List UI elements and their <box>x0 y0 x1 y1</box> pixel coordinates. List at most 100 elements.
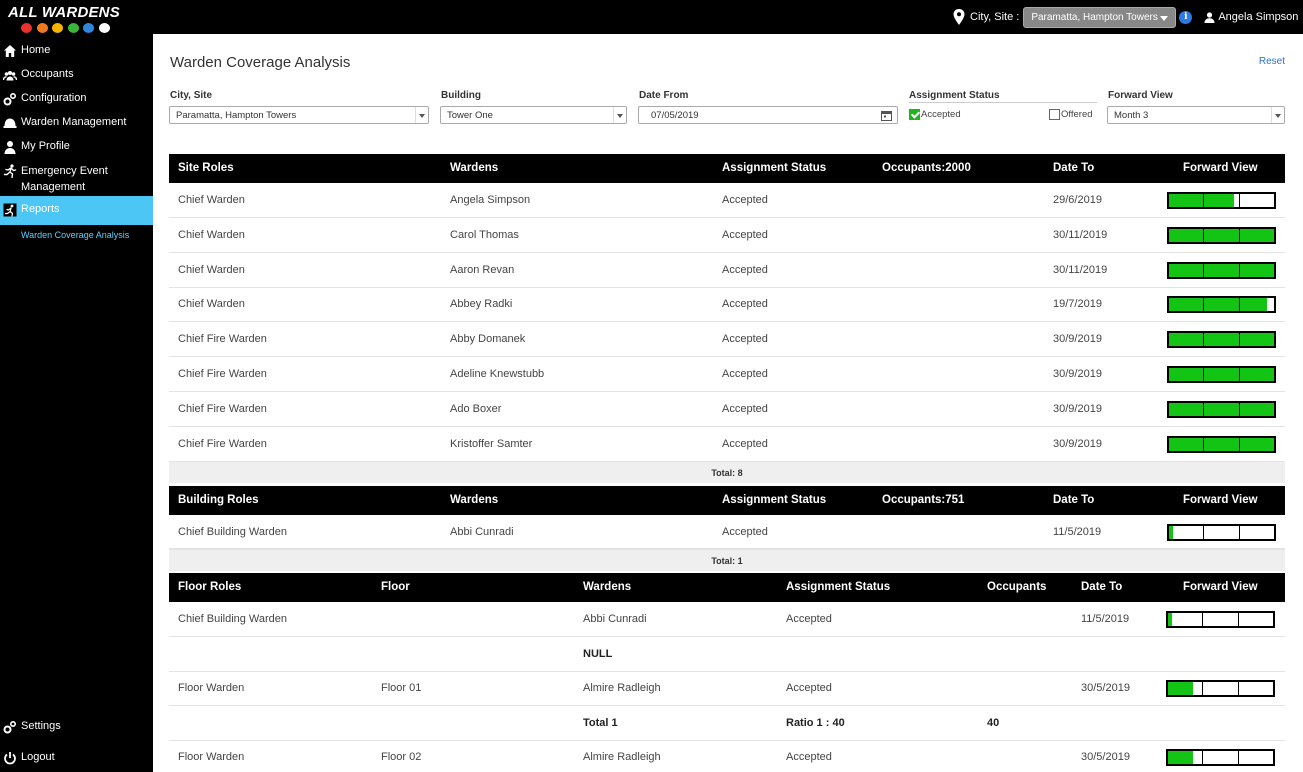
sidebar-item-home[interactable]: Home <box>0 44 153 58</box>
table-cell: 30/11/2019 <box>1053 263 1108 276</box>
forward-view-bar <box>1166 749 1275 767</box>
table-cell: Accepted <box>722 437 768 450</box>
building-select[interactable]: Tower One <box>440 106 627 124</box>
table-cell: Accepted <box>786 751 832 764</box>
date-from-label: Date From <box>639 90 689 101</box>
forward-view-bar <box>1166 611 1275 628</box>
table-cell: Accepted <box>722 402 768 415</box>
sidebar-item-configuration[interactable]: Configuration <box>0 92 153 106</box>
assignment-status-label: Assignment Status <box>909 90 1000 101</box>
sidebar-item-label: Logout <box>21 751 55 763</box>
table-cell: Adeline Knewstubb <box>450 368 545 380</box>
coverage-fill <box>1204 228 1239 242</box>
table-cell: Accepted <box>722 526 768 538</box>
forward-view-segment <box>1204 298 1240 312</box>
column-header: Floor <box>381 581 410 593</box>
coverage-fill <box>1204 263 1239 277</box>
column-header: Floor Roles <box>178 581 242 593</box>
forward-view-segment <box>1239 228 1274 242</box>
table-cell: Abbi Cunradi <box>450 526 514 538</box>
forward-view-segment <box>1204 263 1240 277</box>
sidebar-item-my-profile[interactable]: My Profile <box>0 140 153 154</box>
sidebar-item-label: Occupants <box>21 68 74 80</box>
table-cell: 19/7/2019 <box>1053 298 1102 311</box>
coverage-fill <box>1168 682 1193 696</box>
table-row: Chief Building Warden Abbi Cunradi Accepte… <box>169 602 1285 637</box>
city-site-select[interactable]: Paramatta, Hampton Towers <box>169 106 429 124</box>
forward-view-select[interactable]: Month 3 <box>1107 106 1285 124</box>
coverage-fill <box>1169 402 1204 416</box>
sidebar-item-emergency-event-management[interactable]: Emergency Event Management <box>0 163 153 195</box>
table-cell: Accepted <box>722 263 768 276</box>
table-cell: 11/5/2019 <box>1053 526 1102 538</box>
table-cell: Floor Warden <box>178 751 245 764</box>
reset-link[interactable]: Reset <box>1259 56 1285 67</box>
sidebar-item-warden-management[interactable]: Warden Management <box>0 116 153 130</box>
power-icon <box>4 752 16 765</box>
sidebar-item-logout[interactable]: Logout <box>0 751 153 765</box>
forward-view-segment <box>1169 402 1205 416</box>
sidebar-item-label: Settings <box>21 720 61 732</box>
sidebar-item-settings[interactable]: Settings <box>0 720 153 734</box>
table-row: Chief Warden Angela Simpson Accepted 29/6/2… <box>169 183 1285 218</box>
forward-view-bar <box>1167 435 1276 453</box>
table-cell: 30/11/2019 <box>1053 228 1108 241</box>
coverage-fill <box>1204 194 1234 207</box>
table-cell: Aaron Revan <box>450 263 515 276</box>
caret-down-icon <box>1160 15 1169 21</box>
column-header: Occupants:2000 <box>882 162 971 174</box>
forward-view-segment <box>1169 298 1205 312</box>
helmet-icon <box>97 22 111 34</box>
forward-view-segment <box>1239 437 1274 451</box>
info-icon[interactable]: i <box>1179 10 1193 24</box>
coverage-fill <box>1169 194 1204 207</box>
table-cell: 30/5/2019 <box>1081 751 1130 764</box>
sidebar-item-occupants[interactable]: Occupants <box>0 68 153 82</box>
sidebar-subitem-warden-coverage-analysis[interactable]: Warden Coverage Analysis <box>21 230 129 240</box>
table-cell: 11/5/2019 <box>1081 613 1130 625</box>
helmet-icon <box>35 22 49 34</box>
calendar-icon[interactable] <box>881 110 892 121</box>
sidebar-item-label: Home <box>21 44 51 56</box>
forward-view-segment <box>1204 194 1240 207</box>
column-header: Wardens <box>450 494 499 506</box>
city-site-value: Paramatta, Hampton Towers <box>176 109 297 121</box>
table-cell: Chief Fire Warden <box>178 402 267 415</box>
coverage-fill <box>1169 228 1204 242</box>
column-header: Occupants:751 <box>882 494 965 506</box>
table-cell: Carol Thomas <box>450 228 519 241</box>
offered-checkbox[interactable]: Offered <box>1049 109 1093 120</box>
table-row: Chief Fire Warden Kristoffer Samter Accept… <box>169 427 1285 462</box>
building-label: Building <box>441 90 481 101</box>
checkbox-unchecked-icon <box>1049 109 1060 120</box>
table-cell: Almire Radleigh <box>583 682 661 695</box>
column-header: Date To <box>1053 162 1095 174</box>
table-row: Chief Fire Warden Ado Boxer Accepted 30/9/2… <box>169 392 1285 427</box>
sidebar-item-label: Reports <box>21 203 60 215</box>
coverage-fill <box>1204 402 1239 416</box>
coverage-fill <box>1169 437 1204 451</box>
forward-view-segment <box>1169 263 1205 277</box>
column-header: Date To <box>1081 581 1123 593</box>
table-cell: 30/9/2019 <box>1053 437 1102 450</box>
accepted-checkbox[interactable]: Accepted <box>909 109 961 120</box>
site-dropdown[interactable]: Paramatta, Hampton Towers <box>1023 6 1177 28</box>
all-wardens-logo[interactable]: ALL WARDENS <box>8 5 128 34</box>
table-row: Chief Building Warden Abbi Cunradi Accepte… <box>169 515 1285 549</box>
coverage-fill <box>1204 298 1239 312</box>
table-cell: Floor 02 <box>381 751 422 764</box>
date-from-input[interactable]: 07/05/2019 <box>638 106 898 124</box>
table-cell: 30/5/2019 <box>1081 682 1130 695</box>
forward-view-segment <box>1203 613 1239 626</box>
table-total: Total: 1 <box>169 549 1285 571</box>
user-menu[interactable]: Angela Simpson <box>1204 11 1298 23</box>
site-dropdown-value: Paramatta, Hampton Towers <box>1031 11 1158 23</box>
coverage-fill <box>1168 751 1193 765</box>
sidebar-item-reports[interactable]: Reports <box>0 196 153 225</box>
coverage-fill <box>1239 437 1274 451</box>
table-row: Chief Warden Abbey Radki Accepted 19/7/2019 <box>169 287 1285 323</box>
sidebar-item-label: Warden Management <box>21 116 127 128</box>
main-content: Warden Coverage Analysis Reset City, Sit… <box>153 34 1303 772</box>
checkbox-checked-icon <box>909 109 920 120</box>
forward-view-segment <box>1203 751 1239 765</box>
